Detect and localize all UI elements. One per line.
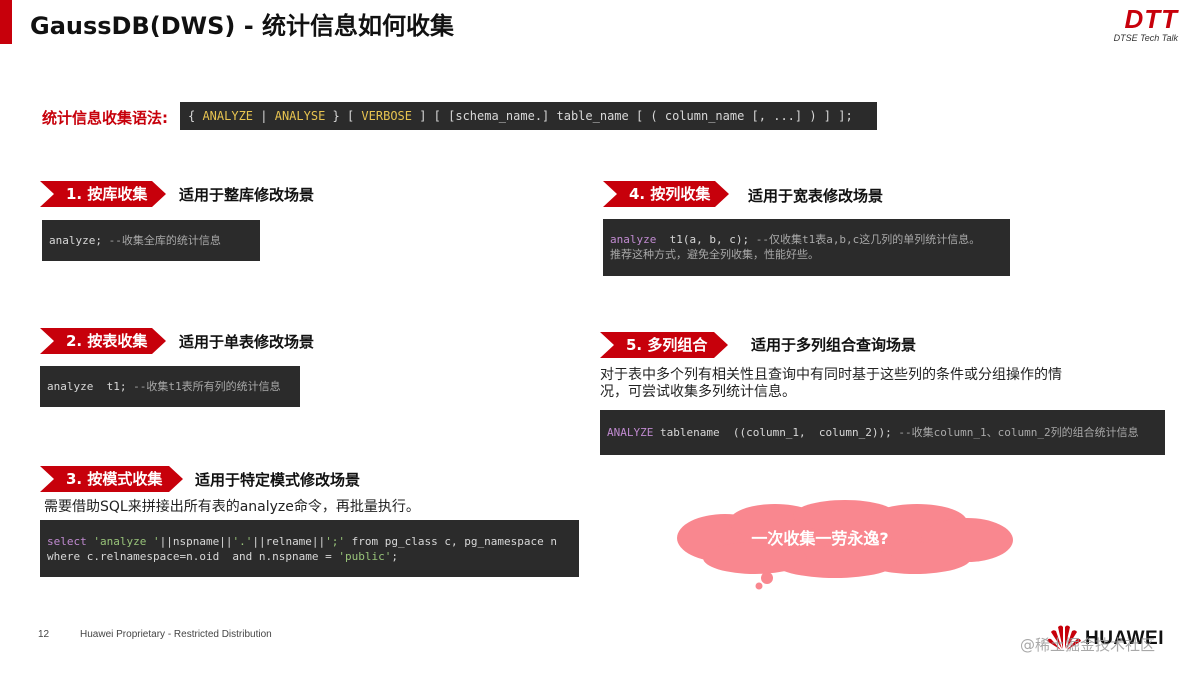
code-text: where c.relnamespace=n.oid and n.nspname… — [47, 550, 339, 563]
code-line-2: 推荐这种方式，避免全列收集，性能好些。 — [610, 248, 819, 261]
footer-text: Huawei Proprietary - Restricted Distribu… — [80, 629, 272, 640]
section-3-code: select 'analyze '||nspname||'.'||relname… — [40, 520, 579, 577]
section-5-badge: 5. 多列组合 — [600, 332, 728, 358]
section-3-badge: 3. 按模式收集 — [40, 466, 183, 492]
syntax-keyword-verbose: VERBOSE — [361, 109, 412, 123]
section-3-description: 适用于特定模式修改场景 — [195, 471, 361, 489]
section-5-code: ANALYZE tablename ((column_1, column_2))… — [600, 410, 1165, 455]
page-title: GaussDB(DWS) - 统计信息如何收集 — [30, 12, 455, 40]
code-keyword: select — [47, 535, 94, 548]
code-text: analyze t1; — [47, 380, 127, 393]
syntax-part: } [ — [325, 109, 362, 123]
code-text: ||relname|| — [252, 535, 326, 548]
syntax-part: | — [253, 109, 275, 123]
code-string: '.' — [232, 535, 253, 548]
code-keyword: ANALYZE — [607, 426, 654, 439]
section-1-badge: 1. 按库收集 — [40, 181, 166, 207]
logo-main-text: DTT — [1124, 4, 1178, 34]
code-line-2: where c.relnamespace=n.oid and n.nspname… — [47, 549, 572, 564]
dtt-logo: DTT DTSE Tech Talk — [1114, 6, 1178, 44]
syntax-code-block: { ANALYZE | ANALYSE } [ VERBOSE ] [ [sch… — [180, 102, 877, 130]
section-2-description: 适用于单表修改场景 — [179, 333, 315, 351]
section-2-badge: 2. 按表收集 — [40, 328, 166, 354]
syntax-keyword-analyze: ANALYZE — [202, 109, 254, 123]
title-accent-bar — [0, 0, 12, 44]
code-keyword: analyze — [610, 233, 657, 246]
syntax-keyword-analyse: ANALYSE — [274, 109, 326, 123]
code-string: 'public' — [338, 550, 392, 563]
section-4-badge: 4. 按列收集 — [603, 181, 729, 207]
code-text: tablename ((column_1, column_2)); — [653, 426, 892, 439]
syntax-label: 统计信息收集语法: — [42, 109, 168, 127]
code-comment: --收集column_1、column_2列的组合统计信息 — [891, 426, 1139, 439]
watermark: @稀土掘金技术社区 — [1020, 636, 1156, 654]
code-comment: --收集全库的统计信息 — [101, 234, 221, 247]
code-comment: --收集t1表所有列的统计信息 — [126, 380, 281, 393]
code-text: t1(a, b, c); — [656, 233, 750, 246]
section-3-note: 需要借助SQL来拼接出所有表的analyze命令，再批量执行。 — [44, 499, 420, 515]
section-2-code: analyze t1; --收集t1表所有列的统计信息 — [40, 366, 300, 407]
section-5-note-line-2: 况，可尝试收集多列统计信息。 — [600, 384, 796, 400]
syntax-part: ] [ [schema_name.] table_name [ ( column… — [412, 109, 853, 123]
section-5-description: 适用于多列组合查询场景 — [751, 336, 917, 354]
code-text: ||nspname|| — [159, 535, 233, 548]
section-5-note-line-1: 对于表中多个列有相关性且查询中有同时基于这些列的条件或分组操作的情 — [600, 367, 1062, 383]
code-string: ';' — [325, 535, 346, 548]
syntax-part: { — [188, 109, 203, 123]
callout-text: 一次收集一劳永逸? — [751, 529, 889, 548]
logo-subtitle: DTSE Tech Talk — [1113, 33, 1178, 43]
code-string: 'analyze ' — [93, 535, 160, 548]
code-comment: --仅收集t1表a,b,c这几列的单列统计信息。 — [749, 233, 981, 246]
section-4-description: 适用于宽表修改场景 — [748, 187, 884, 205]
code-text: analyze; — [49, 234, 102, 247]
code-line-1: analyze t1(a, b, c); --仅收集t1表a,b,c这几列的单列… — [610, 232, 1003, 247]
code-text: ; — [391, 550, 399, 563]
section-1-code: analyze; --收集全库的统计信息 — [42, 220, 260, 261]
page-number: 12 — [38, 629, 50, 640]
code-text: from pg_class c, pg_namespace n — [345, 535, 557, 548]
code-line-1: select 'analyze '||nspname||'.'||relname… — [47, 534, 572, 549]
section-4-code: analyze t1(a, b, c); --仅收集t1表a,b,c这几列的单列… — [603, 219, 1010, 276]
section-1-description: 适用于整库修改场景 — [179, 186, 315, 204]
